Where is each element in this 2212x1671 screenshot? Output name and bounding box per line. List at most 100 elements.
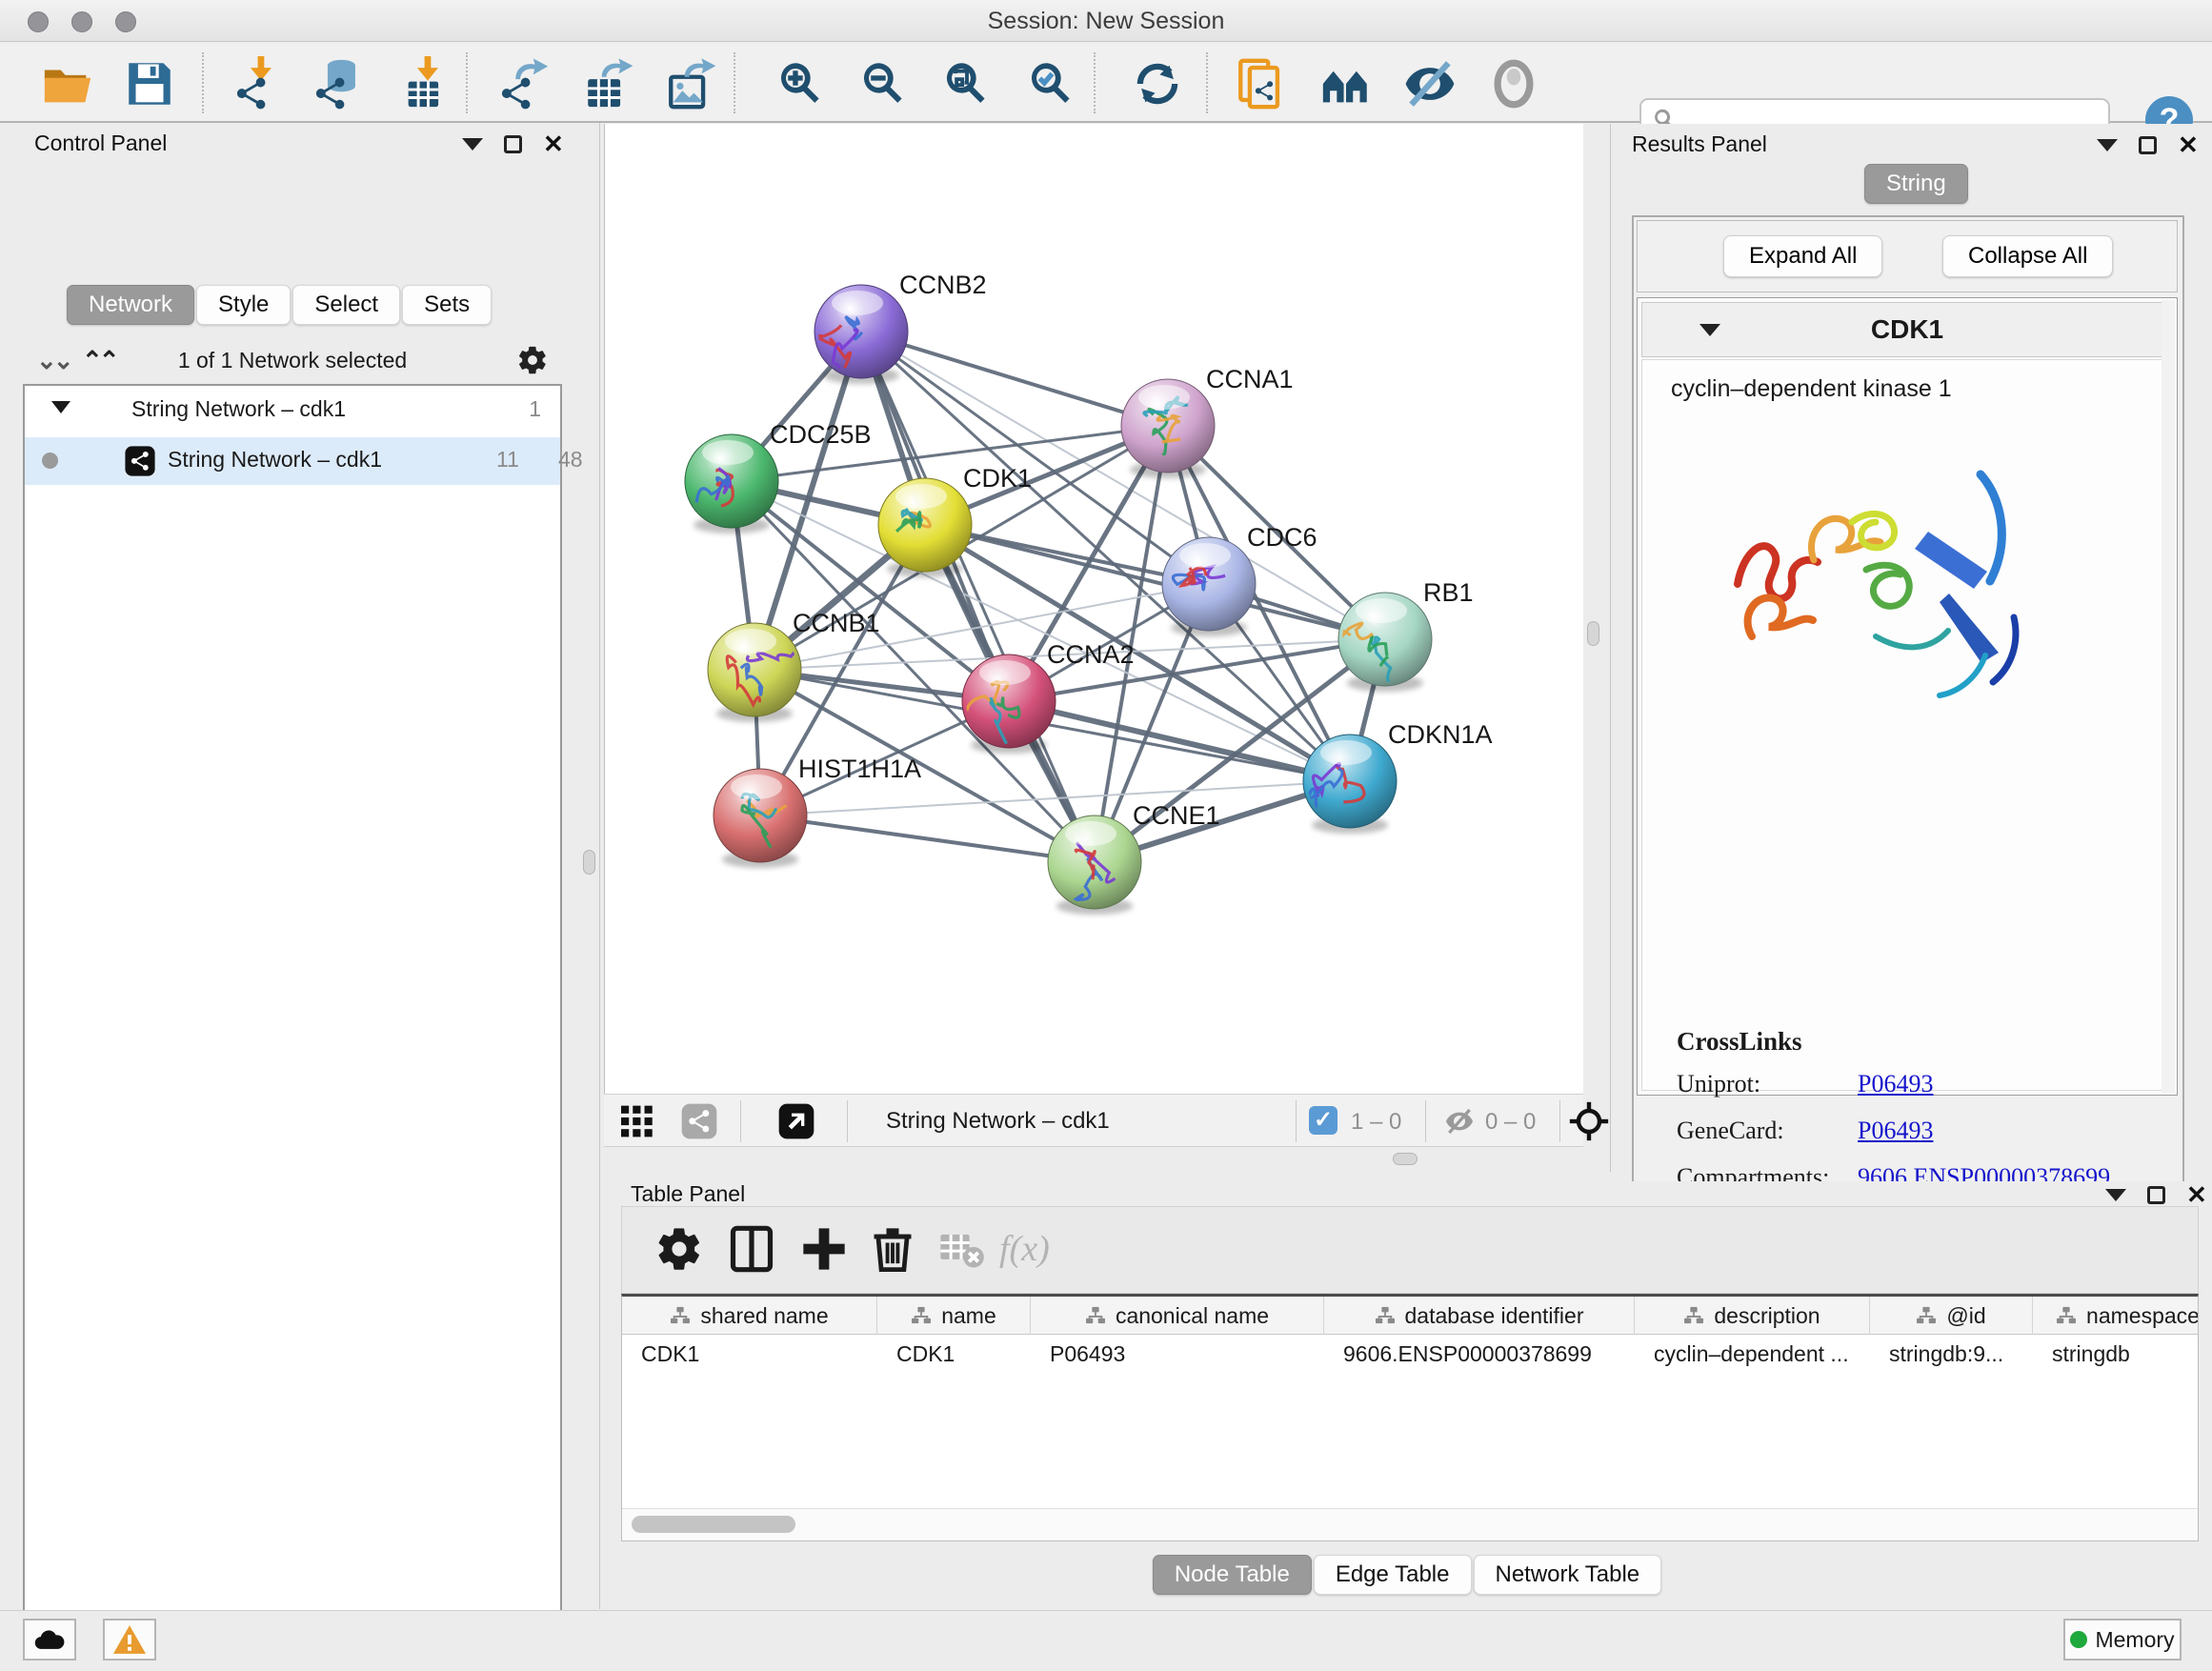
- node-label: HIST1H1A: [798, 755, 921, 783]
- node-CDKN1A[interactable]: CDKN1A: [1303, 720, 1493, 834]
- right-splitter-handle[interactable]: [1587, 621, 1599, 646]
- table-cell[interactable]: stringdb:9...: [1870, 1336, 2033, 1376]
- table-row[interactable]: CDK1CDK1P064939606.ENSP00000378699cyclin…: [622, 1336, 2199, 1376]
- tab-network[interactable]: Network: [67, 285, 194, 325]
- bottom-splitter-handle[interactable]: [1393, 1153, 1418, 1165]
- column-header-name[interactable]: name: [877, 1297, 1031, 1335]
- close-panel-icon[interactable]: ✕: [2178, 135, 2199, 154]
- table-options-gear-icon[interactable]: [654, 1224, 704, 1274]
- column-header-shared-name[interactable]: shared name: [622, 1297, 877, 1335]
- node-HIST1H1A[interactable]: HIST1H1A: [714, 755, 921, 868]
- grid-mode-icon[interactable]: [619, 1104, 657, 1138]
- save-session-icon[interactable]: [122, 56, 177, 111]
- left-splitter-handle[interactable]: [583, 850, 595, 875]
- column-header-database-identifier[interactable]: database identifier: [1324, 1297, 1635, 1335]
- zoom-in-icon[interactable]: [774, 56, 829, 111]
- protein-detail-body: cyclin–dependent kinase 1: [1641, 359, 2173, 1091]
- open-session-icon[interactable]: [40, 56, 95, 111]
- network-options-gear-icon[interactable]: [516, 344, 549, 376]
- export-network-icon[interactable]: [497, 56, 553, 111]
- tab-network-table[interactable]: Network Table: [1474, 1555, 1662, 1595]
- column-header--id[interactable]: @id: [1870, 1297, 2033, 1335]
- edge[interactable]: [760, 815, 1095, 862]
- crosslink-link[interactable]: P06493: [1858, 1070, 1933, 1098]
- protein-section-header[interactable]: CDK1: [1641, 302, 2173, 357]
- collection-caret-icon[interactable]: [51, 401, 70, 413]
- hidden-eye-slash-icon: [1442, 1106, 1477, 1137]
- tab-edge-table[interactable]: Edge Table: [1314, 1555, 1472, 1595]
- close-panel-icon[interactable]: ✕: [2186, 1185, 2207, 1204]
- tab-select[interactable]: Select: [292, 285, 400, 325]
- edge[interactable]: [861, 332, 1168, 426]
- tab-node-table[interactable]: Node Table: [1153, 1555, 1312, 1595]
- node-table[interactable]: shared namenamecanonical namedatabase id…: [621, 1294, 2199, 1541]
- maximize-panel-icon[interactable]: [504, 135, 522, 153]
- detach-view-icon[interactable]: [777, 1102, 815, 1140]
- cloud-button[interactable]: [23, 1619, 76, 1661]
- zoom-fit-icon[interactable]: [939, 56, 995, 111]
- column-header-canonical-name[interactable]: canonical name: [1031, 1297, 1324, 1335]
- network-canvas[interactable]: CCNB2 CCNA1 CDC25B CDK1: [604, 124, 1583, 1094]
- table-cell[interactable]: cyclin–dependent ...: [1635, 1336, 1870, 1376]
- network-label: String Network – cdk1: [168, 447, 382, 473]
- annotations-icon[interactable]: [1234, 56, 1289, 111]
- table-cell[interactable]: CDK1: [877, 1336, 1031, 1376]
- export-image-icon[interactable]: [664, 56, 719, 111]
- protein-details-scroll[interactable]: CDK1 cyclin–dependent kinase 1: [1637, 297, 2178, 1096]
- network-row-selected[interactable]: String Network – cdk1 11 48: [25, 437, 560, 485]
- column-header-namespace[interactable]: namespace: [2033, 1297, 2199, 1335]
- edge[interactable]: [1009, 701, 1350, 781]
- float-panel-icon[interactable]: [2097, 139, 2118, 151]
- tab-sets[interactable]: Sets: [402, 285, 492, 325]
- node-CCNB2[interactable]: CCNB2: [814, 271, 987, 392]
- table-cell[interactable]: stringdb: [2033, 1336, 2199, 1376]
- zoom-out-icon[interactable]: [856, 56, 912, 111]
- delete-column-trash-icon[interactable]: [868, 1224, 917, 1274]
- string-network-graph[interactable]: CCNB2 CCNA1 CDC25B CDK1: [605, 124, 1584, 1094]
- node-CCNA1[interactable]: CCNA1: [1121, 365, 1294, 478]
- table-cell[interactable]: 9606.ENSP00000378699: [1324, 1336, 1635, 1376]
- create-column-plus-icon[interactable]: [799, 1224, 849, 1274]
- table-hscrollbar[interactable]: [622, 1508, 2198, 1540]
- import-table-icon[interactable]: [399, 56, 454, 111]
- hscrollbar-thumb[interactable]: [632, 1516, 795, 1533]
- warnings-button[interactable]: [103, 1619, 156, 1661]
- warning-icon: [113, 1625, 146, 1654]
- hide-details-eye-slash-icon[interactable]: [1402, 56, 1458, 111]
- window-title: Session: New Session: [0, 8, 2212, 35]
- float-panel-icon[interactable]: [462, 138, 483, 151]
- birdseye-icon[interactable]: [1318, 56, 1374, 111]
- zoom-selected-icon[interactable]: [1024, 56, 1079, 111]
- toolbar-separator: [734, 52, 735, 113]
- close-panel-icon[interactable]: ✕: [543, 134, 564, 153]
- float-panel-icon[interactable]: [2105, 1189, 2126, 1201]
- crosslink-link[interactable]: P06493: [1858, 1117, 1933, 1145]
- selected-counts: 1 – 0: [1351, 1109, 1401, 1136]
- network-collection-row[interactable]: String Network – cdk1 1: [25, 393, 560, 435]
- toolbar-separator: [1094, 52, 1096, 113]
- node-RB1[interactable]: RB1: [1336, 578, 1474, 692]
- protein-description: cyclin–dependent kinase 1: [1671, 375, 2172, 403]
- selected-checkbox-icon[interactable]: ✓: [1309, 1106, 1337, 1135]
- maximize-panel-icon[interactable]: [2139, 136, 2157, 154]
- table-cell[interactable]: P06493: [1031, 1336, 1324, 1376]
- maximize-panel-icon[interactable]: [2147, 1186, 2165, 1204]
- column-header-description[interactable]: description: [1635, 1297, 1870, 1335]
- node-CDC6[interactable]: CDC6: [1162, 523, 1317, 636]
- collapse-all-button[interactable]: Collapse All: [1942, 235, 2113, 277]
- results-scrollbar[interactable]: [2162, 300, 2175, 1093]
- memory-button[interactable]: Memory: [2063, 1619, 2182, 1661]
- show-columns-icon[interactable]: [727, 1224, 776, 1274]
- expand-all-button[interactable]: Expand All: [1723, 235, 1882, 277]
- export-table-icon[interactable]: [581, 56, 636, 111]
- table-cell[interactable]: CDK1: [622, 1336, 877, 1376]
- table-tab-bar: Node TableEdge TableNetwork Table: [604, 1555, 2212, 1595]
- show-details-eye-icon[interactable]: [1486, 56, 1541, 111]
- import-network-file-icon[interactable]: [232, 56, 288, 111]
- tab-string[interactable]: String: [1864, 164, 1968, 204]
- import-network-database-icon[interactable]: [312, 56, 367, 111]
- tab-style[interactable]: Style: [196, 285, 291, 325]
- birdseye-toggle-icon[interactable]: [1568, 1100, 1610, 1142]
- refresh-icon[interactable]: [1130, 56, 1185, 111]
- network-view-icon[interactable]: [680, 1102, 718, 1140]
